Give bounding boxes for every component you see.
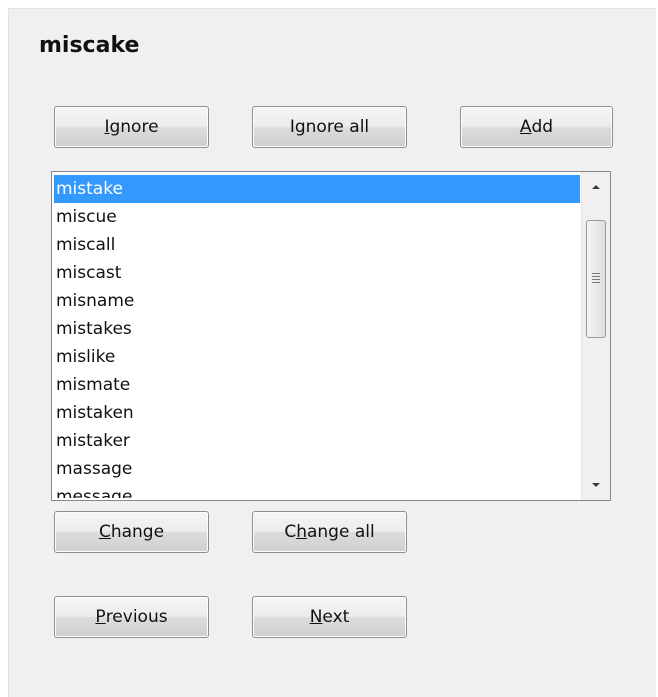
triangle-down-icon[interactable] <box>582 472 610 498</box>
ignore-all-label-post: nore all <box>305 117 370 137</box>
next-button[interactable]: Next <box>252 596 407 638</box>
list-item[interactable]: miscue <box>54 203 580 231</box>
change-all-button[interactable]: Ch ange all <box>252 511 407 553</box>
add-button[interactable]: Add <box>460 106 613 148</box>
previous-access-key: P <box>95 607 106 627</box>
previous-label-post: revious <box>105 607 168 627</box>
list-item[interactable]: mistakes <box>54 315 580 343</box>
scrollbar-thumb[interactable] <box>586 220 606 338</box>
change-all-access-key: h <box>296 522 307 542</box>
change-label-post: hange <box>110 522 165 542</box>
change-all-label-pre: C <box>284 522 297 542</box>
list-item[interactable]: misname <box>54 287 580 315</box>
change-access-key: C <box>98 522 111 542</box>
list-item[interactable]: miscast <box>54 259 580 287</box>
next-access-key: N <box>309 607 323 627</box>
suggestions-scrollbar[interactable] <box>581 172 610 500</box>
previous-button[interactable]: Previous <box>54 596 209 638</box>
list-item[interactable]: mismate <box>54 371 580 399</box>
ignore-label-post: gnore <box>109 117 159 137</box>
ignore-all-access-key: g <box>294 117 306 137</box>
list-item[interactable]: mistaker <box>54 427 580 455</box>
spellcheck-panel: miscake Ignore Ig nore all Add mistake mis… <box>8 8 656 697</box>
next-label-post: ext <box>322 607 350 627</box>
change-button[interactable]: Change <box>54 511 209 553</box>
list-item[interactable]: mislike <box>54 343 580 371</box>
change-all-label-post: ange all <box>306 522 375 542</box>
list-item[interactable]: mistake <box>54 175 580 203</box>
triangle-up-icon[interactable] <box>582 174 610 200</box>
add-label-post: dd <box>531 117 554 137</box>
list-item[interactable]: mistaken <box>54 399 580 427</box>
ignore-button[interactable]: Ignore <box>54 106 209 148</box>
list-item[interactable]: massage <box>54 455 580 483</box>
add-access-key: A <box>519 117 532 137</box>
list-item[interactable]: miscall <box>54 231 580 259</box>
list-item[interactable]: message <box>54 483 580 498</box>
ignore-all-button[interactable]: Ig nore all <box>252 106 407 148</box>
misspelled-word: miscake <box>39 33 140 58</box>
suggestions-listbox[interactable]: mistake miscue miscall miscast misname mistak… <box>51 171 611 501</box>
suggestions-list: mistake miscue miscall miscast misname mistak… <box>54 175 580 498</box>
